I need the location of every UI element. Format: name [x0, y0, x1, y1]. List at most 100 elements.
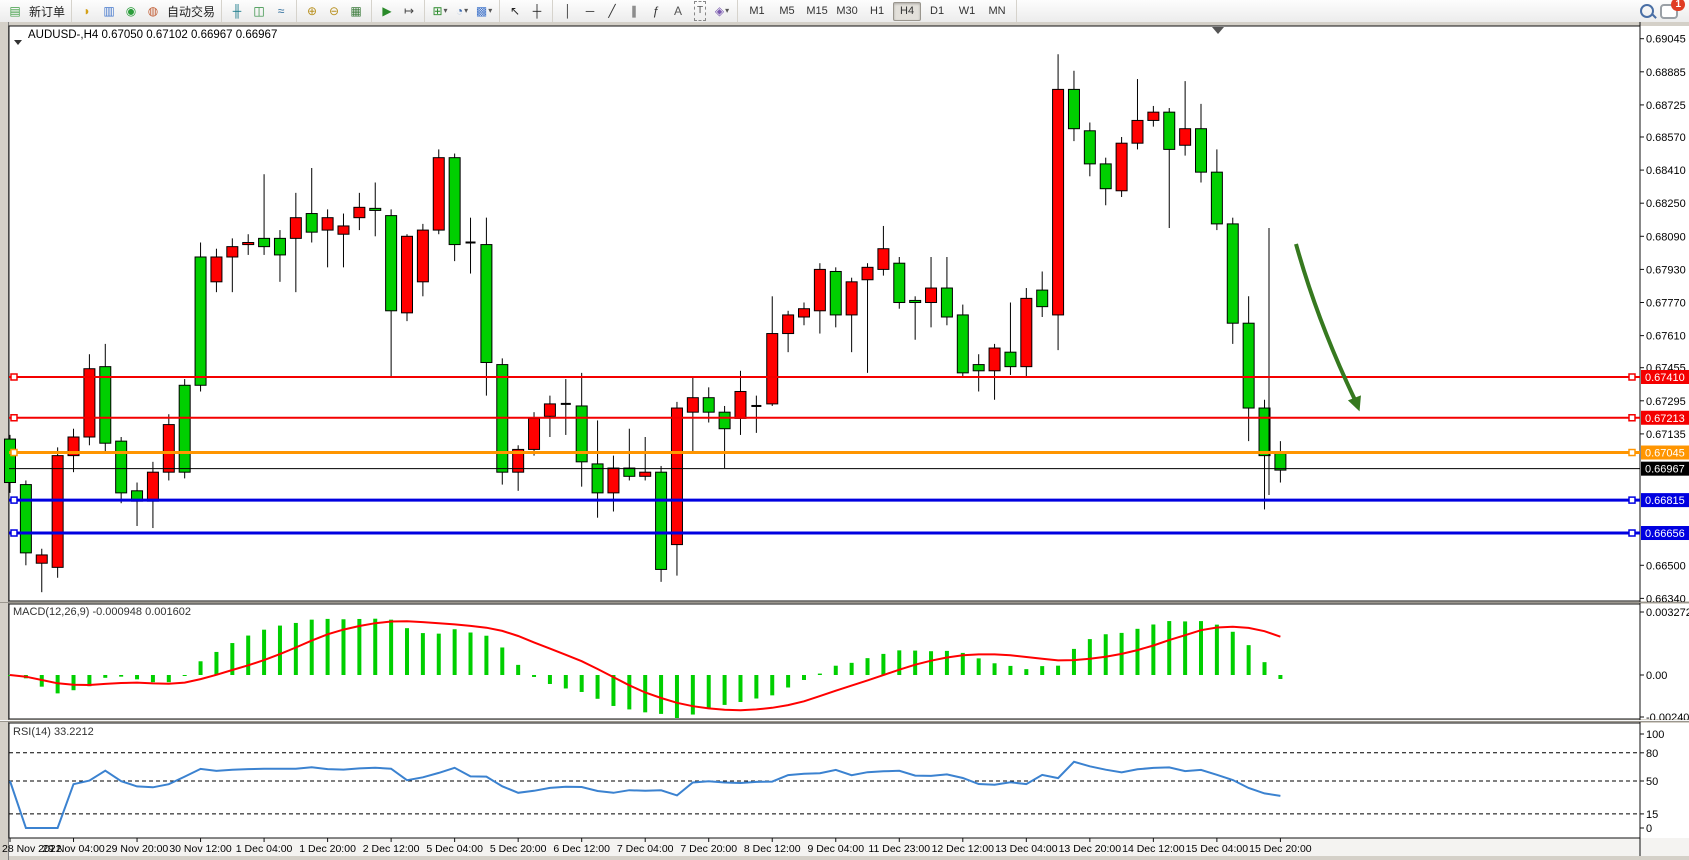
svg-text:15 Dec 20:00: 15 Dec 20:00 [1249, 843, 1312, 855]
autotrading-label[interactable]: 自动交易 [167, 3, 215, 20]
notification-badge: 1 [1671, 0, 1685, 11]
arrows-icon-dropdown[interactable]: ▾ [725, 2, 729, 20]
svg-text:80: 80 [1646, 748, 1658, 760]
crosshair-icon[interactable]: ┼ [527, 2, 547, 20]
toolbar-group-7: │ ─ ╱ ∥ƒAT ◈▾ [553, 0, 738, 22]
search-icon[interactable] [1637, 2, 1657, 20]
market-watch-icon: ▥ [103, 2, 114, 20]
sound-alert-icon[interactable]: ◗ [77, 2, 97, 20]
timeframe-h4[interactable]: H4 [893, 2, 921, 21]
trendline-icon: ╱ [608, 2, 615, 20]
timeframe-mn[interactable]: MN [983, 2, 1011, 21]
chart-window: 0.690450.688850.687250.685700.684100.682… [0, 22, 1689, 860]
line-chart-icon[interactable]: ≈ [271, 2, 291, 20]
timeframe-m1[interactable]: M1 [743, 2, 771, 21]
notifications-icon[interactable]: 1 [1659, 2, 1679, 20]
timeframe-h1[interactable]: H1 [863, 2, 891, 21]
zoom-in-icon[interactable]: ⊕ [302, 2, 322, 20]
timeframe-m15[interactable]: M15 [803, 2, 831, 21]
tile-windows-icon: ▦ [350, 2, 361, 20]
zoom-in-icon: ⊕ [307, 2, 317, 20]
svg-text:0.69045: 0.69045 [1646, 34, 1686, 46]
svg-text:100: 100 [1646, 729, 1664, 741]
svg-text:0.66967: 0.66967 [1645, 464, 1685, 476]
templates-icon-dropdown[interactable]: ▾ [488, 2, 492, 20]
mt4-terminal: ▤新订单◗▥◉◍自动交易╫◫≈⊕⊖▦▶↦⊞▾◔▾▩▾↖┼│─╱∥ƒAT◈▾M1M… [0, 0, 1689, 860]
cursor-icon[interactable]: ↖ [505, 2, 525, 20]
svg-text:-0.002409: -0.002409 [1646, 712, 1689, 724]
svg-text:13 Dec 20:00: 13 Dec 20:00 [1059, 843, 1122, 855]
templates-icon[interactable]: ▩▾ [474, 2, 494, 20]
candlestick-chart-icon: ◫ [253, 2, 264, 20]
svg-text:15: 15 [1646, 809, 1658, 821]
signal-icon: ◉ [126, 2, 136, 20]
zoom-out-icon[interactable]: ⊖ [324, 2, 344, 20]
svg-text:0.68410: 0.68410 [1646, 165, 1686, 177]
horizontal-line-icon[interactable]: ─ [580, 2, 600, 20]
timeframe-w1[interactable]: W1 [953, 2, 981, 21]
svg-text:0.00: 0.00 [1646, 670, 1667, 682]
toolbar-group-5: ⊞▾◔▾▩▾ [425, 0, 500, 22]
svg-text:50: 50 [1646, 776, 1658, 788]
timeframe-m30[interactable]: M30 [833, 2, 861, 21]
periods-icon: ◔ [456, 2, 463, 20]
autotrading-icon[interactable]: ◍ [143, 2, 163, 20]
indicators-icon-dropdown[interactable]: ▾ [444, 2, 448, 20]
svg-text:0.68885: 0.68885 [1646, 67, 1686, 79]
auto-scroll-icon[interactable]: ▶ [377, 2, 397, 20]
timeframe-group: M1M5M15M30H1H4D1W1MN [738, 0, 1017, 22]
horizontal-line-icon: ─ [586, 2, 595, 20]
svg-text:30 Nov 12:00: 30 Nov 12:00 [169, 843, 232, 855]
periods-icon[interactable]: ◔▾ [452, 2, 472, 20]
line-chart-icon: ≈ [278, 2, 285, 20]
chart-canvas[interactable]: 0.690450.688850.687250.685700.684100.682… [0, 22, 1689, 860]
svg-text:AUDUSD-,H4 0.67050 0.67102 0.: AUDUSD-,H4 0.67050 0.67102 0.66967 0.669… [28, 29, 277, 41]
svg-text:13 Dec 04:00: 13 Dec 04:00 [995, 843, 1058, 855]
toolbar-right-group: 1 [1632, 0, 1689, 22]
svg-text:5 Dec 04:00: 5 Dec 04:00 [426, 843, 483, 855]
label-icon[interactable]: T [690, 2, 710, 20]
label-icon: T [694, 1, 706, 21]
chart-shift-icon[interactable]: ↦ [399, 2, 419, 20]
main-toolbar: ▤新订单◗▥◉◍自动交易╫◫≈⊕⊖▦▶↦⊞▾◔▾▩▾↖┼│─╱∥ƒAT◈▾M1M… [0, 0, 1689, 23]
tile-windows-icon[interactable]: ▦ [346, 2, 366, 20]
svg-text:0: 0 [1646, 823, 1652, 835]
vertical-line-icon[interactable]: │ [558, 2, 578, 20]
arrows-icon[interactable]: ◈▾ [712, 2, 732, 20]
timeframe-m5[interactable]: M5 [773, 2, 801, 21]
indicators-icon[interactable]: ⊞▾ [430, 2, 450, 20]
svg-text:5 Dec 20:00: 5 Dec 20:00 [490, 843, 547, 855]
channel-icon[interactable]: ∥ [624, 2, 644, 20]
svg-text:0.67213: 0.67213 [1645, 413, 1685, 425]
svg-text:0.67295: 0.67295 [1646, 396, 1686, 408]
svg-text:0.67410: 0.67410 [1645, 372, 1685, 384]
timeframe-d1[interactable]: D1 [923, 2, 951, 21]
svg-text:0.67045: 0.67045 [1645, 448, 1685, 460]
svg-text:0.66815: 0.66815 [1645, 495, 1685, 507]
svg-text:0.003272: 0.003272 [1646, 607, 1689, 619]
zoom-out-icon: ⊖ [329, 2, 339, 20]
candlestick-chart-icon[interactable]: ◫ [249, 2, 269, 20]
svg-text:15 Dec 04:00: 15 Dec 04:00 [1186, 843, 1249, 855]
new-order-label[interactable]: 新订单 [29, 3, 65, 20]
bar-chart-icon[interactable]: ╫ [227, 2, 247, 20]
svg-text:7 Dec 04:00: 7 Dec 04:00 [617, 843, 674, 855]
text-icon[interactable]: A [668, 2, 688, 20]
signal-icon[interactable]: ◉ [121, 2, 141, 20]
svg-text:0.66340: 0.66340 [1646, 593, 1686, 605]
fibonacci-icon[interactable]: ƒ [646, 2, 666, 20]
svg-text:0.68090: 0.68090 [1646, 231, 1686, 243]
toolbar-group-4: ▶↦ [372, 0, 425, 22]
svg-text:29 Nov 04:00: 29 Nov 04:00 [42, 843, 105, 855]
periods-icon-dropdown[interactable]: ▾ [464, 2, 468, 20]
new-order-icon[interactable]: ▤ [5, 2, 25, 20]
crosshair-icon: ┼ [533, 2, 542, 20]
toolbar-group-1: ◗ ▥ ◉ ◍自动交易 [72, 0, 222, 22]
market-watch-icon[interactable]: ▥ [99, 2, 119, 20]
vertical-line-icon: │ [564, 2, 572, 20]
svg-text:11 Dec 23:00: 11 Dec 23:00 [868, 843, 930, 855]
trendline-icon[interactable]: ╱ [602, 2, 622, 20]
svg-text:MACD(12,26,9) -0.000948 0.0016: MACD(12,26,9) -0.000948 0.001602 [13, 606, 191, 618]
text-icon: A [674, 2, 682, 20]
arrows-icon: ◈ [715, 2, 724, 20]
